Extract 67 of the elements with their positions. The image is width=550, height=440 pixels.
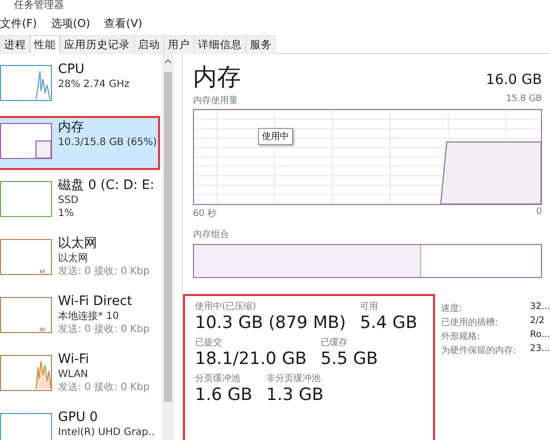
info-label: 外形规格: (441, 330, 482, 343)
tab[interactable]: 应用历史记录 (60, 35, 134, 54)
stat-value: 10.3 GB (879 MB) (195, 313, 346, 334)
info-value: Ro... (530, 330, 550, 342)
item-detail: 发送: 0 接收: 0 Kbp (58, 381, 150, 394)
tab[interactable]: 启动 (134, 35, 164, 54)
sidebar-item[interactable]: 内存 10.3/15.8 GB (65%) (0, 116, 160, 170)
item-detail: 以太网 (58, 252, 89, 265)
window-title: 任务管理器 (14, 0, 64, 12)
menu-item[interactable]: 文件(F) (0, 16, 37, 31)
stat-value: 18.1/21.0 GB (195, 349, 307, 370)
stat-value: 1.6 GB (195, 385, 252, 406)
sidebar-item[interactable]: 以太网 以太网 发送: 0 接收: 0 Kbp (0, 232, 160, 286)
info-label: 已使用的插槽: (441, 316, 500, 329)
item-detail: 发送: 0 接收: 0 Kbp (58, 265, 150, 278)
info-value: 23... (530, 344, 550, 356)
item-name: 内存 (58, 120, 85, 136)
item-detail: Intel(R) UHD Grap.. (58, 426, 154, 439)
scroll-up-icon[interactable] (164, 58, 172, 64)
item-name: GPU 0 (58, 410, 99, 426)
stat-label: 可用 (360, 301, 379, 313)
item-detail: 10.3/15.8 GB (65%) (58, 136, 157, 149)
info-label: 速度: (441, 302, 464, 315)
sidebar-item[interactable]: Wi-Fi WLAN 发送: 0 接收: 0 Kbp (0, 348, 160, 402)
tab[interactable]: 用户 (164, 35, 194, 54)
item-name: CPU (58, 62, 86, 78)
sidebar-item[interactable]: 磁盘 0 (C: D: E: SSD 1% (0, 174, 160, 228)
tab[interactable]: 进程 (0, 35, 30, 54)
tab[interactable]: 性能 (30, 35, 60, 54)
chart-label: 内存组合 (193, 228, 229, 241)
panel-title: 内存 (193, 62, 241, 92)
stat-value: 5.5 GB (320, 349, 378, 370)
tab[interactable]: 详细信息 (194, 35, 246, 54)
stat-label: 非分页缓冲池 (266, 372, 322, 385)
sidebar-item[interactable]: GPU 0 Intel(R) UHD Grap.. (0, 406, 160, 440)
item-detail: WLAN (58, 368, 90, 381)
info-value: 32... (530, 302, 550, 314)
axis-label: 0 (536, 207, 542, 219)
stat-value: 5.4 GB (360, 313, 418, 334)
stat-label: 分页缓冲池 (195, 372, 241, 385)
stat-label: 使用中(已压缩) (195, 300, 258, 313)
info-label: 为硬件保留的内存: (441, 344, 516, 357)
item-detail: 28% 2.74 GHz (58, 78, 130, 91)
item-detail: 本地连接* 10 (58, 310, 120, 323)
info-value: 2/2 (530, 316, 546, 328)
item-detail: 发送: 0 接收: 0 Kbp (58, 323, 150, 336)
chart-max: 15.8 GB (506, 94, 542, 106)
total-memory: 16.0 GB (486, 72, 542, 88)
menu-item[interactable]: 选项(O) (50, 16, 90, 31)
scroll-thumb[interactable] (164, 72, 172, 402)
item-name: Wi-Fi Direct (58, 294, 134, 310)
menu-item[interactable]: 查看(V) (104, 16, 142, 31)
axis-label: 60 秒 (193, 208, 216, 220)
tooltip: 使用中 (258, 128, 293, 145)
scrollbar[interactable] (162, 54, 174, 440)
sidebar-item[interactable]: CPU 28% 2.74 GHz (0, 58, 160, 112)
item-name: Wi-Fi (58, 352, 90, 368)
tab[interactable]: 服务 (246, 35, 276, 54)
item-detail: SSD (58, 194, 80, 207)
stat-label: 已提交 (195, 336, 223, 349)
chart-label: 内存使用量 (193, 94, 238, 107)
stat-value: 1.3 GB (266, 385, 324, 406)
item-name: 以太网 (58, 236, 98, 252)
sidebar-item[interactable]: Wi-Fi Direct 本地连接* 10 发送: 0 接收: 0 Kbp (0, 290, 160, 344)
stat-label: 已缓存 (320, 336, 349, 349)
item-detail: 1% (58, 207, 75, 220)
item-name: 磁盘 0 (C: D: E: (58, 178, 154, 194)
